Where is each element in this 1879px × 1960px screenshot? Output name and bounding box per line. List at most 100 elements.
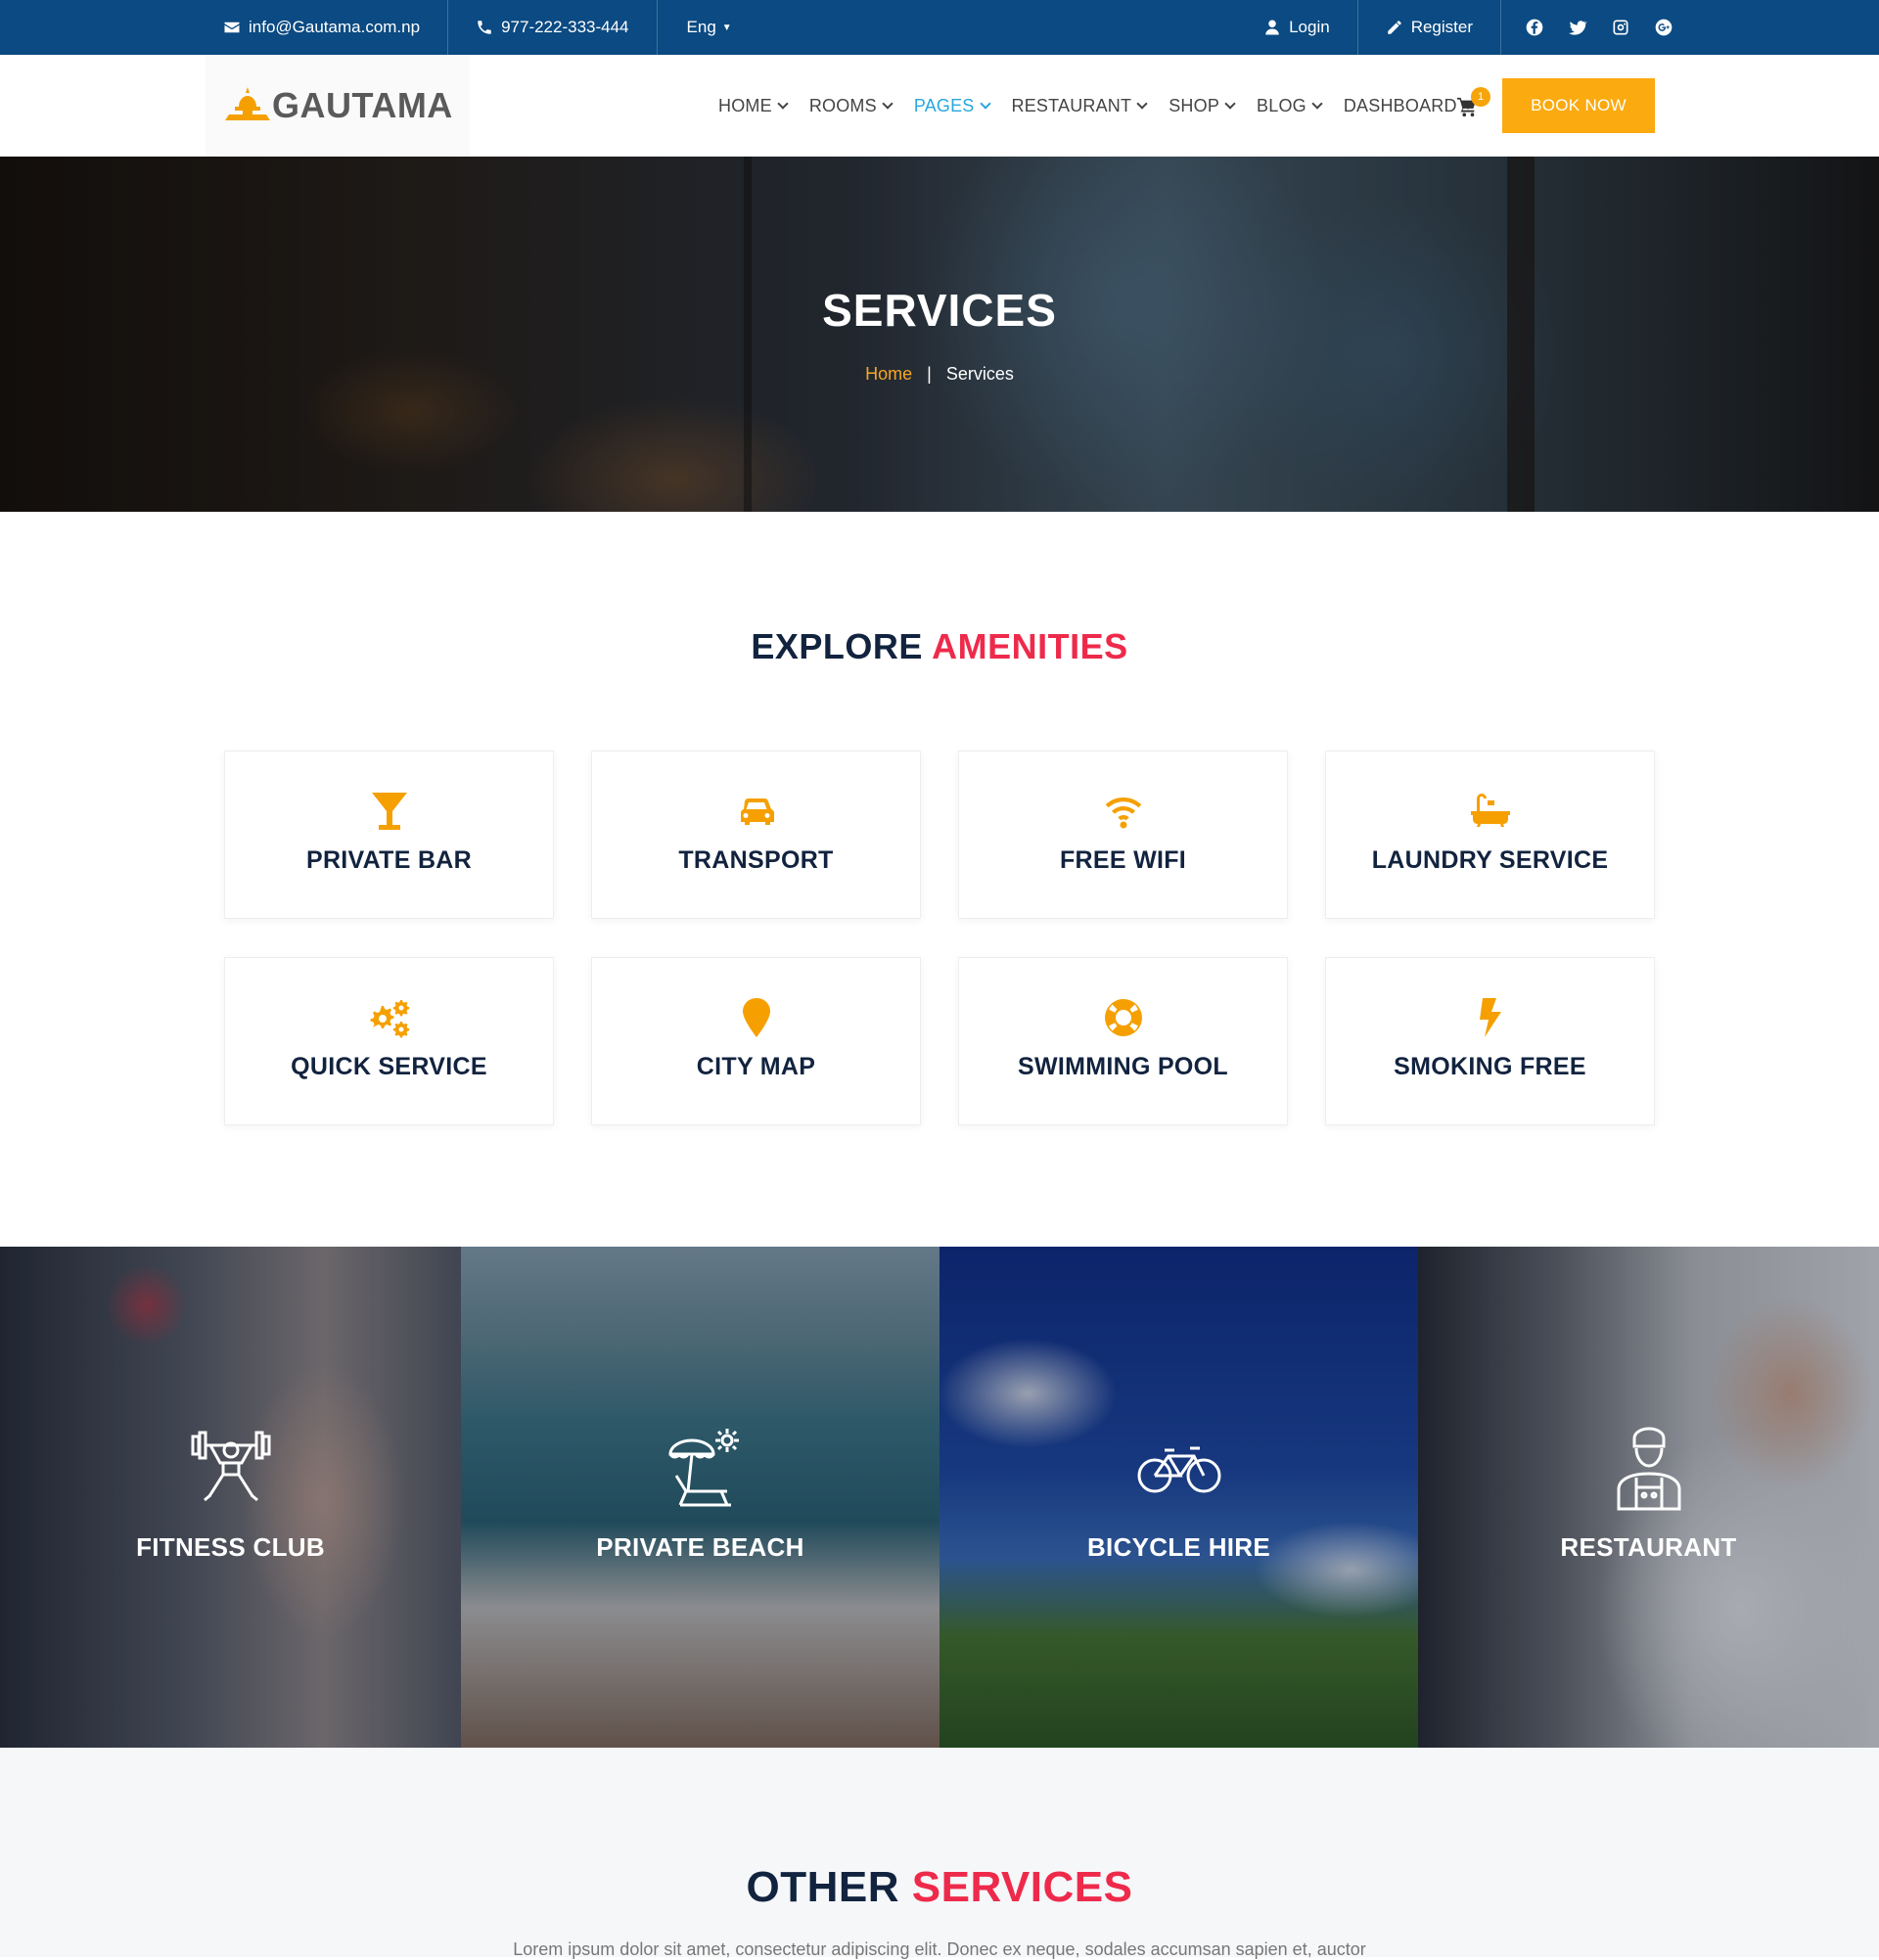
nav-shop-label: SHOP bbox=[1169, 95, 1220, 115]
stupa-logo-icon bbox=[225, 87, 270, 120]
chevron-down-icon bbox=[777, 97, 789, 110]
chevron-down-icon bbox=[1224, 97, 1236, 110]
feature-tile-bicycle-hire[interactable]: BICYCLE HIRE bbox=[940, 1247, 1418, 1748]
chevron-down-icon bbox=[882, 97, 894, 110]
chevron-down-icon bbox=[1136, 97, 1148, 110]
cocktail-icon bbox=[368, 790, 411, 833]
logo[interactable]: GAUTAMA bbox=[206, 55, 470, 157]
login-link[interactable]: Login bbox=[1236, 0, 1358, 55]
breadcrumb-home-link[interactable]: Home bbox=[865, 364, 912, 384]
life-ring-icon bbox=[1102, 996, 1145, 1039]
page-hero-banner: SERVICES Home | Services bbox=[0, 157, 1879, 512]
amenity-label: QUICK SERVICE bbox=[291, 1052, 487, 1080]
cart-button[interactable]: 1 bbox=[1456, 87, 1490, 119]
amenity-card-city-map[interactable]: CITY MAP bbox=[591, 957, 921, 1125]
other-services-heading: OTHER SERVICES bbox=[0, 1863, 1879, 1912]
chevron-down-icon bbox=[1311, 97, 1323, 110]
amenity-card-laundry-service[interactable]: LAUNDRY SERVICE bbox=[1325, 751, 1655, 919]
breadcrumb: Home | Services bbox=[0, 364, 1879, 385]
amenity-label: FREE WIFI bbox=[1059, 845, 1187, 874]
twitter-icon[interactable] bbox=[1568, 18, 1587, 37]
amenity-card-private-bar[interactable]: PRIVATE BAR bbox=[224, 751, 554, 919]
main-nav: HOME ROOMS PAGES RESTAURANT SHOP BLOG DA… bbox=[718, 55, 1494, 157]
phone-link[interactable]: 977-222-333-444 bbox=[448, 0, 658, 55]
wifi-icon bbox=[1102, 790, 1145, 833]
nav-shop[interactable]: SHOP bbox=[1169, 95, 1236, 116]
register-text: Register bbox=[1410, 18, 1473, 36]
feature-label: FITNESS CLUB bbox=[136, 1532, 325, 1562]
envelope-icon bbox=[223, 19, 241, 36]
bicycle-icon bbox=[1135, 1425, 1223, 1513]
book-now-button[interactable]: BOOK NOW bbox=[1502, 78, 1655, 133]
car-icon bbox=[735, 790, 778, 833]
amenities-heading-accent: AMENITIES bbox=[932, 626, 1128, 666]
amenities-grid: PRIVATE BAR TRANSPORT FREE WIFI LAUNDRY … bbox=[224, 751, 1655, 1125]
nav-restaurant[interactable]: RESTAURANT bbox=[1011, 95, 1148, 116]
feature-tile-restaurant[interactable]: RESTAURANT bbox=[1418, 1247, 1879, 1748]
logo-text: GAUTAMA bbox=[272, 85, 453, 125]
amenity-label: LAUNDRY SERVICE bbox=[1371, 845, 1609, 874]
gears-icon bbox=[368, 996, 411, 1039]
google-plus-icon[interactable] bbox=[1654, 18, 1673, 37]
pencil-icon bbox=[1386, 19, 1403, 36]
chef-icon bbox=[1605, 1425, 1693, 1513]
social-links bbox=[1500, 0, 1673, 55]
nav-restaurant-label: RESTAURANT bbox=[1011, 95, 1132, 115]
amenities-heading: EXPLORE AMENITIES bbox=[0, 626, 1879, 667]
caret-down-icon: ▼ bbox=[721, 22, 732, 33]
feature-tile-private-beach[interactable]: PRIVATE BEACH bbox=[461, 1247, 940, 1748]
email-text: info@Gautama.com.np bbox=[249, 18, 421, 36]
nav-rooms[interactable]: ROOMS bbox=[808, 95, 894, 116]
amenity-card-free-wifi[interactable]: FREE WIFI bbox=[958, 751, 1288, 919]
page-title: SERVICES bbox=[822, 285, 1057, 336]
language-value: Eng bbox=[686, 18, 716, 36]
facebook-icon[interactable] bbox=[1525, 18, 1544, 37]
breadcrumb-current: Services bbox=[945, 364, 1014, 384]
amenity-card-swimming-pool[interactable]: SWIMMING POOL bbox=[958, 957, 1288, 1125]
amenities-heading-main: EXPLORE bbox=[751, 626, 923, 666]
language-select[interactable]: Eng ▼ bbox=[658, 0, 759, 55]
other-services-heading-accent: SERVICES bbox=[911, 1863, 1133, 1911]
weightlifter-icon bbox=[187, 1425, 275, 1513]
nav-home-label: HOME bbox=[718, 95, 772, 115]
featured-services: FITNESS CLUB PRIVATE BEACH BICYCLE HIRE … bbox=[0, 1247, 1879, 1748]
breadcrumb-separator: | bbox=[927, 364, 932, 384]
beach-chair-icon bbox=[657, 1425, 745, 1513]
email-link[interactable]: info@Gautama.com.np bbox=[206, 0, 449, 55]
amenity-label: PRIVATE BAR bbox=[305, 845, 473, 874]
nav-pages-label: PAGES bbox=[913, 95, 975, 115]
user-icon bbox=[1263, 19, 1281, 36]
top-bar: info@Gautama.com.np 977-222-333-444 Eng … bbox=[0, 0, 1879, 55]
amenity-card-smoking-free[interactable]: SMOKING FREE bbox=[1325, 957, 1655, 1125]
nav-blog[interactable]: BLOG bbox=[1257, 95, 1323, 116]
feature-tile-fitness-club[interactable]: FITNESS CLUB bbox=[0, 1247, 461, 1748]
nav-pages[interactable]: PAGES bbox=[913, 95, 991, 116]
other-services-heading-main: OTHER bbox=[746, 1863, 900, 1911]
phone-text: 977-222-333-444 bbox=[501, 18, 629, 36]
amenity-card-quick-service[interactable]: QUICK SERVICE bbox=[224, 957, 554, 1125]
chevron-down-icon bbox=[979, 97, 991, 110]
nav-blog-label: BLOG bbox=[1257, 95, 1306, 115]
login-text: Login bbox=[1289, 18, 1330, 36]
nav-dashboard-label: DASHBOARD bbox=[1343, 95, 1457, 115]
register-link[interactable]: Register bbox=[1358, 0, 1500, 55]
instagram-icon[interactable] bbox=[1611, 18, 1630, 37]
nav-home[interactable]: HOME bbox=[718, 95, 789, 116]
other-services-section bbox=[0, 1748, 1879, 1957]
amenity-label: SMOKING FREE bbox=[1394, 1052, 1586, 1080]
amenity-card-transport[interactable]: TRANSPORT bbox=[591, 751, 921, 919]
feature-label: BICYCLE HIRE bbox=[1086, 1532, 1271, 1562]
amenity-label: CITY MAP bbox=[696, 1052, 816, 1080]
feature-label: PRIVATE BEACH bbox=[596, 1532, 804, 1562]
cart-count-badge: 1 bbox=[1471, 87, 1490, 107]
nav-rooms-label: ROOMS bbox=[808, 95, 877, 115]
amenity-label: TRANSPORT bbox=[678, 845, 834, 874]
map-marker-icon bbox=[735, 996, 778, 1039]
bolt-icon bbox=[1469, 996, 1512, 1039]
amenity-label: SWIMMING POOL bbox=[1018, 1052, 1228, 1080]
phone-icon bbox=[476, 19, 493, 36]
main-header: GAUTAMA HOME ROOMS PAGES RESTAURANT SHOP… bbox=[0, 55, 1879, 157]
nav-dashboard[interactable]: DASHBOARD bbox=[1343, 95, 1474, 116]
feature-label: RESTAURANT bbox=[1560, 1532, 1737, 1562]
bathtub-icon bbox=[1469, 790, 1512, 833]
